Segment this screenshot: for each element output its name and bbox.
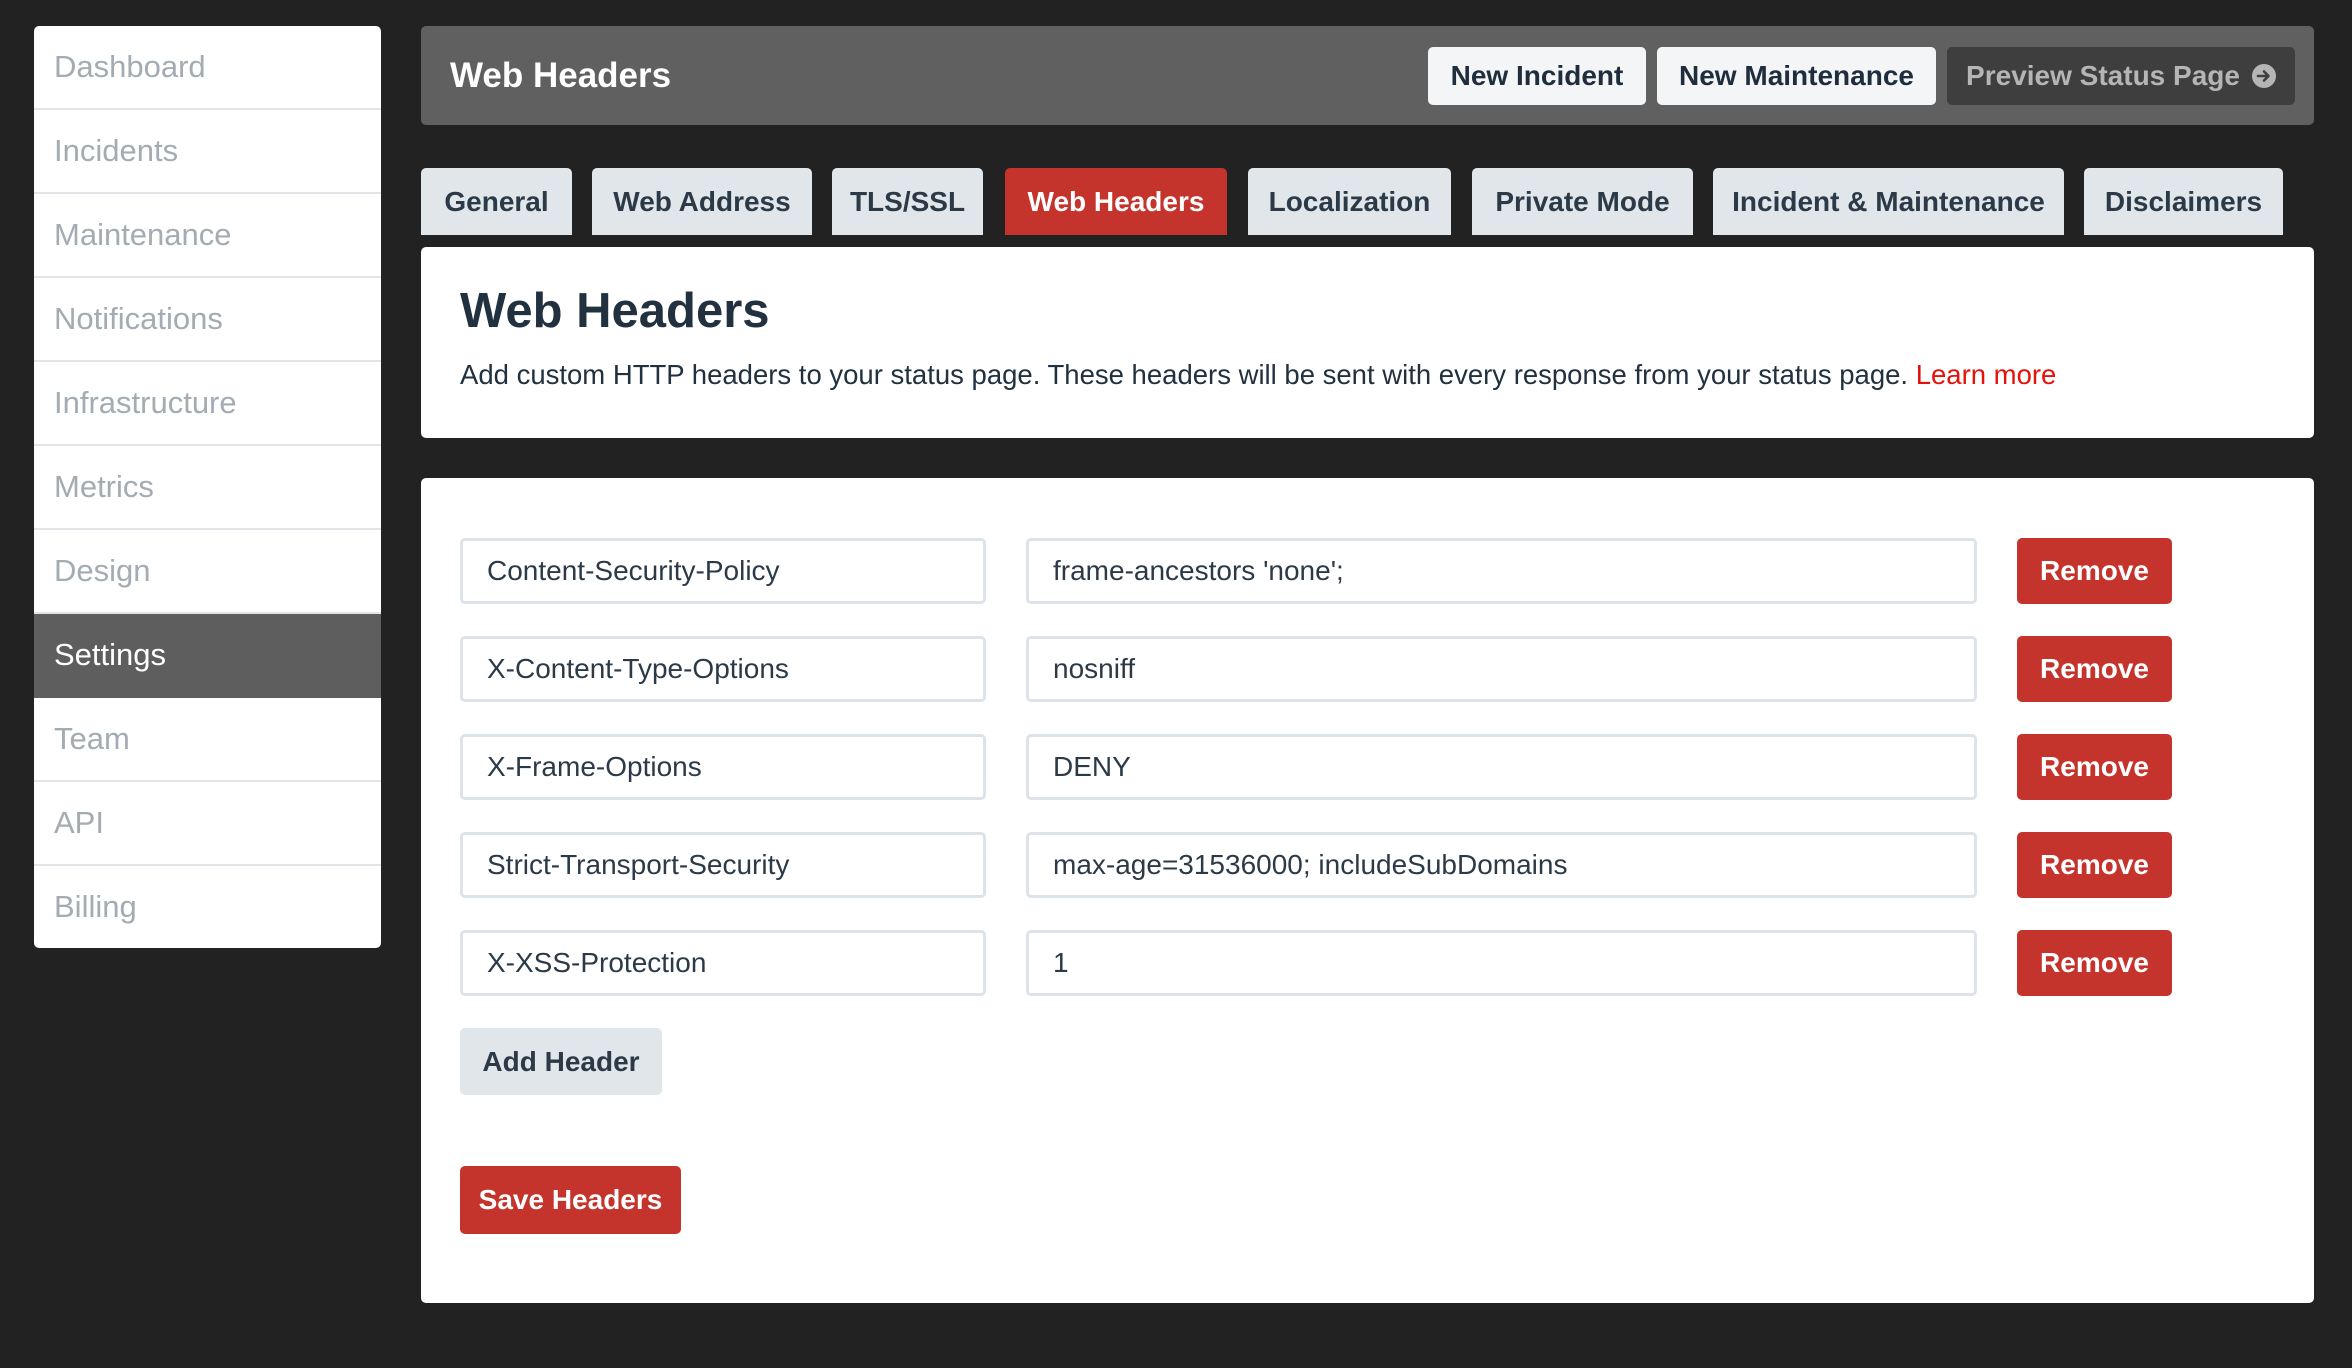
page-title: Web Headers	[450, 56, 672, 95]
tab-private-mode[interactable]: Private Mode	[1472, 168, 1693, 235]
tab-tls-ssl[interactable]: TLS/SSL	[832, 168, 983, 235]
preview-status-page-button[interactable]: Preview Status Page	[1947, 47, 2295, 105]
tab-general[interactable]: General	[421, 168, 572, 235]
header-name-input[interactable]	[460, 734, 986, 800]
header-row: Remove	[460, 832, 2260, 898]
headers-card: Remove Remove Remove Remove Remove Add H…	[421, 478, 2314, 1303]
tab-disclaimers[interactable]: Disclaimers	[2084, 168, 2283, 235]
page-header: Web Headers New Incident New Maintenance…	[421, 26, 2314, 125]
sidebar-item-team[interactable]: Team	[34, 698, 381, 782]
header-value-input[interactable]	[1026, 734, 1977, 800]
sidebar-item-settings[interactable]: Settings	[34, 614, 381, 698]
tab-web-headers[interactable]: Web Headers	[1005, 168, 1227, 235]
header-row: Remove	[460, 538, 2260, 604]
learn-more-link[interactable]: Learn more	[1916, 359, 2057, 390]
header-row: Remove	[460, 734, 2260, 800]
remove-header-button[interactable]: Remove	[2017, 734, 2172, 800]
new-maintenance-button[interactable]: New Maintenance	[1657, 47, 1936, 105]
sidebar-item-design[interactable]: Design	[34, 530, 381, 614]
section-title: Web Headers	[460, 284, 770, 338]
save-headers-button[interactable]: Save Headers	[460, 1166, 681, 1234]
header-value-input[interactable]	[1026, 930, 1977, 996]
tab-incident-maintenance[interactable]: Incident & Maintenance	[1713, 168, 2064, 235]
header-name-input[interactable]	[460, 636, 986, 702]
section-description: Add custom HTTP headers to your status p…	[460, 359, 2056, 391]
tab-web-address[interactable]: Web Address	[592, 168, 812, 235]
tab-localization[interactable]: Localization	[1248, 168, 1451, 235]
new-incident-button[interactable]: New Incident	[1428, 47, 1646, 105]
header-name-input[interactable]	[460, 538, 986, 604]
sidebar-nav: Dashboard Incidents Maintenance Notifica…	[34, 26, 381, 948]
add-header-button[interactable]: Add Header	[460, 1028, 662, 1095]
sidebar-item-maintenance[interactable]: Maintenance	[34, 194, 381, 278]
header-row: Remove	[460, 636, 2260, 702]
remove-header-button[interactable]: Remove	[2017, 538, 2172, 604]
remove-header-button[interactable]: Remove	[2017, 930, 2172, 996]
header-name-input[interactable]	[460, 930, 986, 996]
sidebar-item-billing[interactable]: Billing	[34, 866, 381, 948]
sidebar-item-notifications[interactable]: Notifications	[34, 278, 381, 362]
arrow-circle-right-icon	[2251, 64, 2276, 88]
sidebar-item-metrics[interactable]: Metrics	[34, 446, 381, 530]
preview-status-page-label: Preview Status Page	[1966, 60, 2240, 91]
description-text: Add custom HTTP headers to your status p…	[460, 359, 1909, 390]
sidebar-item-infrastructure[interactable]: Infrastructure	[34, 362, 381, 446]
header-value-input[interactable]	[1026, 538, 1977, 604]
header-value-input[interactable]	[1026, 832, 1977, 898]
remove-header-button[interactable]: Remove	[2017, 832, 2172, 898]
intro-card: Web Headers Add custom HTTP headers to y…	[421, 247, 2314, 438]
sidebar-item-incidents[interactable]: Incidents	[34, 110, 381, 194]
sidebar-item-api[interactable]: API	[34, 782, 381, 866]
header-value-input[interactable]	[1026, 636, 1977, 702]
sidebar-item-dashboard[interactable]: Dashboard	[34, 26, 381, 110]
header-row: Remove	[460, 930, 2260, 996]
header-name-input[interactable]	[460, 832, 986, 898]
remove-header-button[interactable]: Remove	[2017, 636, 2172, 702]
